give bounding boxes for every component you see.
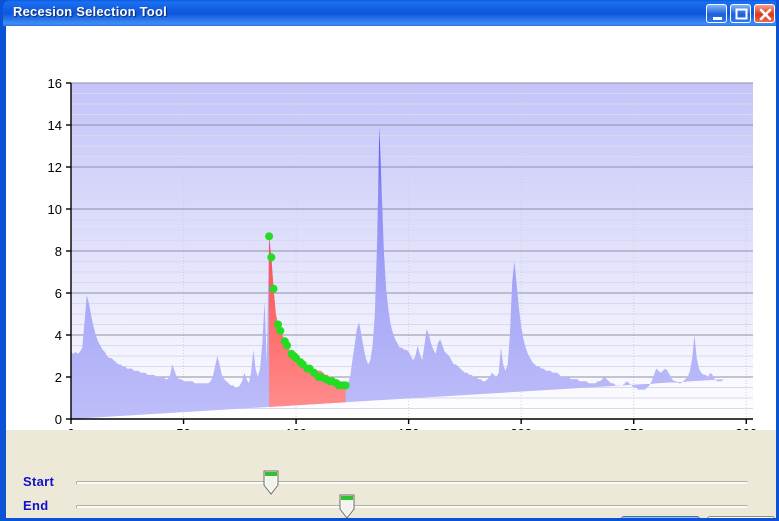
maximize-icon	[731, 5, 750, 22]
x-axis-ticks: 050100150200250300	[67, 419, 757, 430]
end-slider-label: End	[23, 498, 49, 513]
svg-text:10: 10	[48, 202, 62, 217]
control-panel: Start End Apply Cancel	[6, 430, 776, 518]
svg-text:8: 8	[55, 244, 62, 259]
start-slider-thumb[interactable]	[263, 470, 279, 496]
svg-text:14: 14	[48, 118, 62, 133]
close-button[interactable]	[754, 4, 775, 23]
start-slider-label: Start	[23, 474, 55, 489]
hydrograph-chart[interactable]: 0 2 4 6 8 10 12 14 16 050100150200250300	[6, 26, 779, 430]
minimize-button[interactable]	[706, 4, 727, 23]
svg-text:4: 4	[55, 328, 62, 343]
apply-button[interactable]: Apply	[621, 516, 700, 518]
cancel-button[interactable]: Cancel	[707, 516, 775, 518]
svg-text:0: 0	[55, 412, 62, 427]
chart-panel[interactable]: 0 2 4 6 8 10 12 14 16 050100150200250300	[6, 26, 779, 430]
svg-text:2: 2	[55, 370, 62, 385]
end-slider-thumb[interactable]	[339, 494, 355, 518]
maximize-button[interactable]	[730, 4, 751, 23]
svg-text:6: 6	[55, 286, 62, 301]
svg-text:16: 16	[48, 76, 62, 91]
window-title: Recesion Selection Tool	[13, 4, 167, 19]
start-slider-track[interactable]	[76, 481, 748, 485]
title-bar[interactable]: Recesion Selection Tool	[3, 0, 776, 26]
minimize-icon	[707, 5, 726, 22]
close-icon	[755, 5, 774, 22]
client-area: 0 2 4 6 8 10 12 14 16 050100150200250300 Start E…	[6, 26, 779, 518]
svg-text:12: 12	[48, 160, 62, 175]
end-slider-track[interactable]	[76, 505, 748, 509]
y-axis-ticks: 0 2 4 6 8 10 12 14 16	[48, 76, 71, 427]
recession-selection-window: Recesion Selection Tool 0 2 4 6 8 10 12 …	[0, 0, 779, 521]
